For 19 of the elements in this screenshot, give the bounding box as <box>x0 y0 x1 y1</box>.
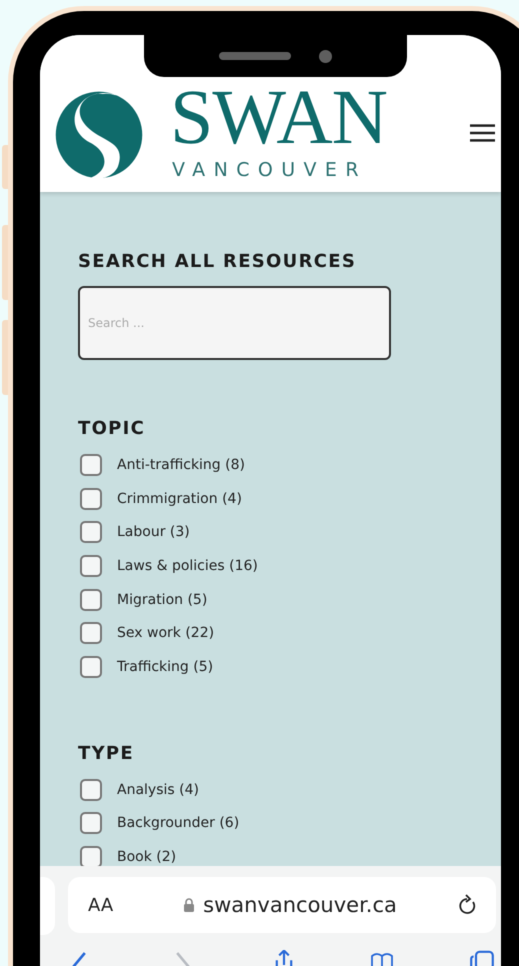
search-field[interactable]: Search ... <box>78 286 391 360</box>
filter-label[interactable]: Book (2) <box>117 849 176 866</box>
filter-label[interactable]: Analysis (4) <box>117 782 199 798</box>
filter-label[interactable]: Labour (3) <box>117 524 190 540</box>
section-heading: SEARCH ALL RESOURCES <box>78 251 358 272</box>
section-heading: TOPIC <box>78 418 146 439</box>
logo-wordmark: SWAN <box>170 84 388 148</box>
filter-label[interactable]: Crimmigration (4) <box>117 490 242 507</box>
logo-subtitle: VANCOUVER <box>172 158 368 180</box>
filter-label[interactable]: Sex work (22) <box>117 625 214 642</box>
url-text: swanvancouver.ca <box>203 893 397 917</box>
filter-label[interactable]: Backgrounder (6) <box>117 815 240 832</box>
address-bar[interactable]: AA swanvancouver.ca <box>68 877 496 933</box>
filter-label[interactable]: Laws & policies (16) <box>117 558 258 574</box>
filter-label[interactable]: Migration (5) <box>117 592 208 608</box>
filter-label[interactable]: Anti-trafficking (8) <box>117 456 245 473</box>
text-size-button[interactable]: AA <box>88 894 114 916</box>
section-heading: TYPE <box>78 742 136 764</box>
filter-label[interactable]: Trafficking (5) <box>117 658 214 675</box>
